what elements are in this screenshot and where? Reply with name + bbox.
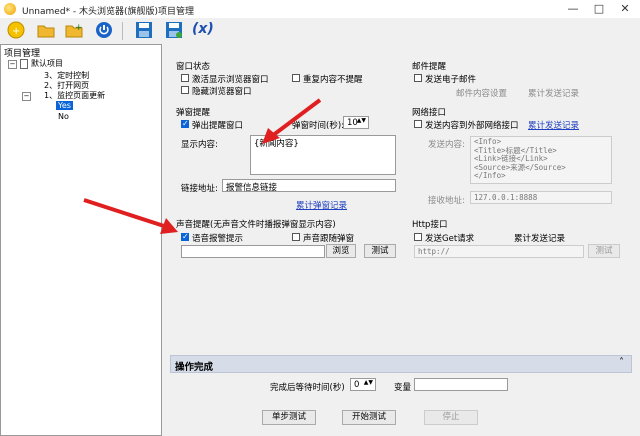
annotation-arrows	[0, 0, 640, 436]
annotation-arrow-line	[272, 100, 320, 136]
annotation-arrow-line	[84, 200, 164, 226]
